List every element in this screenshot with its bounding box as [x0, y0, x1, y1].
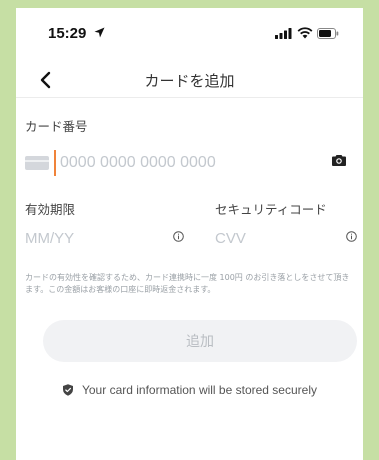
secure-text: Your card information will be stored sec… [81, 383, 317, 397]
battery-icon [317, 28, 339, 39]
wifi-icon [297, 27, 313, 39]
status-time: 15:29 [48, 25, 87, 42]
info-icon[interactable] [173, 231, 184, 242]
card-number-input[interactable] [54, 150, 304, 176]
page-title: カードを追加 [144, 72, 235, 90]
expiry-input[interactable] [25, 225, 165, 251]
nav-bar: カードを追加 [16, 60, 363, 98]
add-card-button[interactable]: 追加 [43, 320, 357, 362]
card-chip-icon [25, 156, 49, 170]
camera-icon[interactable] [332, 154, 346, 166]
shield-icon [62, 384, 73, 396]
expiry-label: 有効期限 [25, 202, 76, 217]
signal-icon [275, 28, 292, 39]
cvv-input[interactable] [215, 225, 335, 251]
cvv-label: セキュリティコード [215, 202, 327, 217]
status-bar: 15:29 [16, 8, 363, 50]
verification-notice: カードの有効性を確認するため、カード連携時に一度 100円 のお引き落としをさせ… [25, 273, 350, 294]
secure-storage-note: Your card information will be stored sec… [16, 381, 363, 399]
phone-screen: 15:29 カードを追加 カード番号 0000 0000 0000 0000 有… [16, 8, 363, 460]
card-number-label: カード番号 [25, 119, 88, 134]
info-icon[interactable] [346, 231, 357, 242]
location-arrow-icon [94, 27, 105, 38]
